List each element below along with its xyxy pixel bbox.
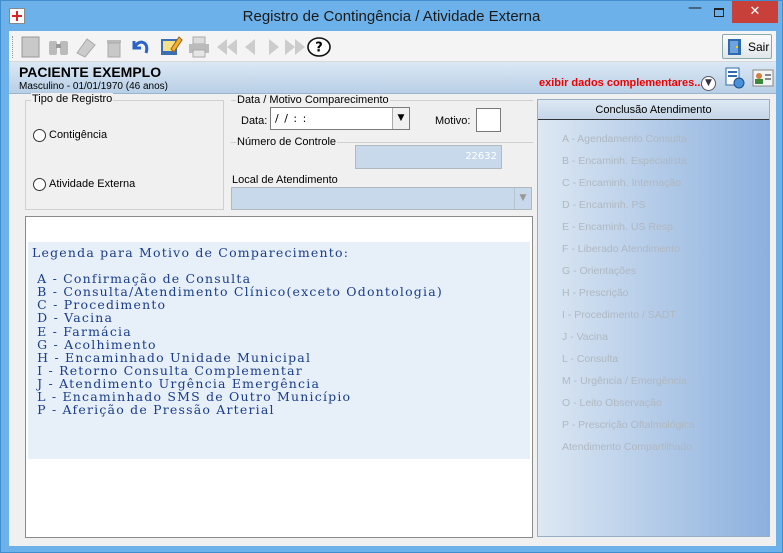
show-additional-data-link[interactable]: exibir dados complementares... [539, 77, 703, 89]
dropdown-arrow-icon: ▼ [514, 188, 531, 209]
undo-icon [132, 40, 149, 54]
search-button[interactable] [47, 35, 71, 59]
clear-button[interactable] [73, 35, 97, 59]
dropdown-arrow-icon[interactable]: ▼ [392, 108, 409, 129]
client-area: ? Sair PACIENTE EXEMPLO Masculino - 01/0… [9, 31, 776, 546]
radio-contingencia[interactable] [33, 129, 46, 142]
help-icon: ? [307, 37, 331, 57]
eraser-icon [76, 38, 96, 58]
conclusion-item[interactable]: C - Encaminh. Internação [562, 177, 681, 189]
delete-button[interactable] [102, 35, 126, 59]
toolbar-grip[interactable] [12, 36, 15, 58]
conclusion-item[interactable]: H - Prescrição [562, 287, 629, 299]
close-button[interactable]: ✕ [732, 1, 778, 23]
record-type-label: Tipo de Registro [31, 93, 114, 105]
conclusion-title: Conclusão Atendimento [538, 100, 769, 120]
binoculars-icon [49, 41, 68, 55]
edit-button[interactable] [159, 35, 183, 59]
title-bar[interactable]: Registro de Contingência / Atividade Ext… [1, 1, 782, 31]
conclusion-item[interactable]: O - Leito Observação [562, 397, 662, 409]
radio-contingencia-label[interactable]: Contigência [49, 129, 107, 141]
control-number-label: Número de Controle [236, 136, 338, 148]
service-location-label: Local de Atendimento [232, 174, 338, 186]
last-record-button[interactable] [283, 35, 307, 59]
date-reason-label: Data / Motivo Comparecimento [236, 94, 390, 106]
conclusion-item[interactable]: B - Encaminh. Especialista [562, 155, 687, 167]
radio-atividade-externa[interactable] [33, 178, 46, 191]
patient-info: Masculino - 01/01/1970 (46 anos) [19, 81, 168, 92]
date-label: Data: [241, 115, 268, 127]
service-location-select: ▼ [231, 187, 532, 210]
prev-icon [245, 39, 255, 55]
control-number-field: 22632 [355, 145, 502, 169]
conclusion-item[interactable]: A - Agendamento Consulta [562, 133, 687, 145]
exit-button[interactable]: Sair [722, 34, 772, 59]
maximize-button[interactable] [705, 1, 733, 23]
conclusion-item[interactable]: I - Procedimento / SADT [562, 309, 676, 321]
patient-header: PACIENTE EXEMPLO Masculino - 01/01/1970 … [9, 62, 776, 94]
close-icon: ✕ [749, 4, 761, 19]
conclusion-item[interactable]: L - Consulta [562, 353, 618, 365]
prev-record-button[interactable] [239, 35, 263, 59]
conclusion-item[interactable]: P - Prescrição Oftalmológica [562, 419, 695, 431]
maximize-icon [714, 8, 724, 17]
new-button[interactable] [19, 35, 43, 59]
date-value: / / : : [275, 112, 308, 125]
patient-card-icon[interactable] [752, 67, 774, 89]
print-button[interactable] [187, 35, 211, 59]
main-window: Registro de Contingência / Atividade Ext… [0, 0, 783, 553]
next-icon [269, 39, 279, 55]
legend-text: Legenda para Motivo de Comparecimento: A… [32, 245, 443, 418]
document-map-icon[interactable] [725, 67, 745, 89]
conclusion-panel: Conclusão Atendimento A - Agendamento Co… [537, 99, 770, 537]
first-icon [217, 39, 237, 55]
trash-icon [107, 40, 121, 58]
exit-door-icon [728, 39, 741, 55]
date-picker[interactable]: / / : : ▼ [270, 107, 410, 130]
window-title: Registro de Contingência / Atividade Ext… [242, 8, 541, 25]
svg-text:?: ? [315, 41, 323, 56]
radio-atividade-externa-label[interactable]: Atividade Externa [49, 178, 135, 190]
record-type-group [25, 100, 224, 210]
last-icon [285, 39, 305, 55]
undo-button[interactable] [128, 35, 152, 59]
new-icon [21, 36, 40, 58]
conclusion-item[interactable]: M - Urgência / Emergência [562, 375, 687, 387]
reason-input[interactable] [476, 108, 501, 132]
print-icon [189, 36, 209, 58]
legend-text-area: Legenda para Motivo de Comparecimento: A… [28, 242, 530, 459]
chevron-down-icon[interactable]: ▼ [701, 76, 716, 91]
conclusion-item[interactable]: E - Encaminh. US Resp. [562, 221, 676, 233]
toolbar: ? Sair [9, 31, 776, 62]
edit-icon [161, 36, 183, 55]
help-button[interactable]: ? [307, 35, 331, 59]
patient-name: PACIENTE EXEMPLO [19, 64, 162, 80]
exit-button-label: Sair [748, 40, 770, 54]
conclusion-item[interactable]: Atendimento Compartilhado [562, 441, 692, 453]
next-record-button[interactable] [261, 35, 285, 59]
conclusion-item[interactable]: F - Liberado Atendimento [562, 243, 680, 255]
reason-label: Motivo: [435, 115, 471, 127]
conclusion-item[interactable]: J - Vacina [562, 331, 608, 343]
first-record-button[interactable] [215, 35, 239, 59]
conclusion-item[interactable]: G - Orientações [562, 265, 636, 277]
minimize-icon: — [688, 0, 702, 16]
conclusion-item[interactable]: D - Encaminh. PS [562, 199, 645, 211]
legend-memo[interactable]: Legenda para Motivo de Comparecimento: A… [25, 216, 533, 538]
control-number-value: 22632 [465, 151, 497, 162]
